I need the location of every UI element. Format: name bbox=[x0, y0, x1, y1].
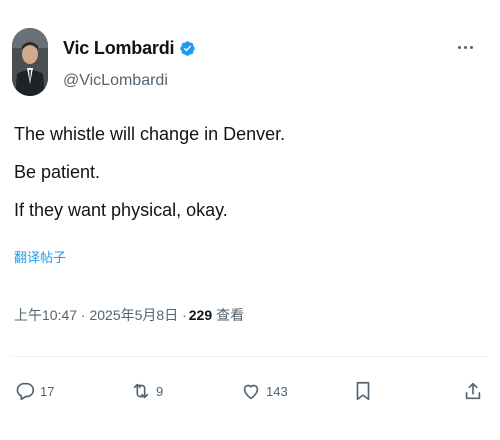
avatar[interactable] bbox=[12, 28, 48, 96]
tweet-line: Be patient. bbox=[14, 162, 101, 182]
bookmark-icon bbox=[356, 381, 370, 401]
like-button[interactable]: 143 bbox=[240, 380, 288, 402]
tweet-card: Vic Lombardi @VicLombardi The whistle wi… bbox=[0, 0, 500, 440]
verified-badge-icon[interactable] bbox=[179, 40, 196, 57]
tweet-line: If they want physical, okay. bbox=[14, 200, 228, 220]
more-icon[interactable] bbox=[456, 42, 476, 54]
reply-icon bbox=[16, 382, 35, 401]
bookmark-button[interactable] bbox=[352, 380, 374, 402]
action-bar: 17 9 143 bbox=[0, 380, 500, 410]
like-icon bbox=[243, 384, 259, 400]
user-handle[interactable]: @VicLombardi bbox=[63, 72, 168, 90]
repost-icon bbox=[133, 383, 149, 399]
views-count[interactable]: 229 bbox=[189, 307, 212, 323]
tweet-meta: 上午10:47 · 2025年5月8日 · 229 查看 bbox=[14, 305, 244, 325]
repost-button[interactable]: 9 bbox=[130, 380, 163, 402]
translate-post-link[interactable]: 翻译帖子 bbox=[14, 247, 66, 266]
reply-count: 17 bbox=[40, 383, 55, 399]
repost-count: 9 bbox=[156, 383, 164, 399]
avatar-photo bbox=[12, 28, 48, 96]
views-label: 查看 bbox=[216, 307, 245, 323]
tweet-line: The whistle will change in Denver. bbox=[14, 124, 286, 144]
timestamp[interactable]: 上午10:47 · 2025年5月8日 · bbox=[14, 305, 187, 325]
name-row: Vic Lombardi bbox=[63, 38, 196, 59]
divider bbox=[12, 356, 488, 357]
reply-button[interactable]: 17 bbox=[14, 380, 54, 402]
tweet-text: The whistle will change in Denver. Be pa… bbox=[14, 124, 484, 220]
display-name[interactable]: Vic Lombardi bbox=[63, 38, 174, 59]
tweet-header: Vic Lombardi @VicLombardi bbox=[12, 28, 488, 100]
like-count: 143 bbox=[266, 383, 288, 399]
share-icon bbox=[465, 382, 481, 400]
share-button[interactable] bbox=[462, 380, 484, 402]
